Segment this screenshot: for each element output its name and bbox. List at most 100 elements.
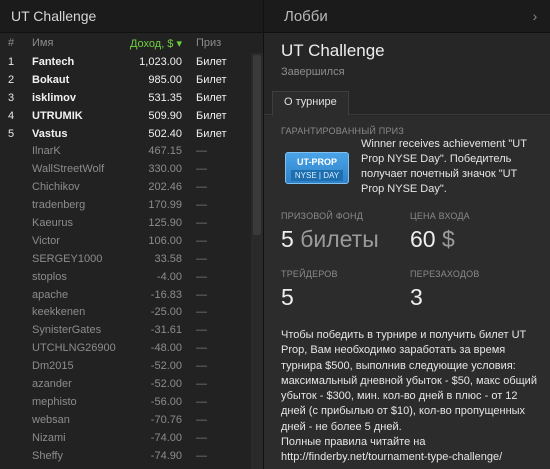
row-prize: Билет (196, 109, 227, 122)
guaranteed-prize-label: ГАРАНТИРОВАННЫЙ ПРИЗ (281, 126, 404, 136)
reentries-value: 3 (410, 284, 423, 310)
table-row[interactable]: tradenberg 170.99 — (0, 196, 250, 214)
row-prize: Билет (196, 55, 227, 68)
row-income: -31.61 (150, 324, 182, 337)
table-row[interactable]: Victor 106.00 — (0, 232, 250, 250)
row-prize: — (196, 270, 207, 283)
row-income: 985.00 (148, 73, 182, 86)
traders-value: 5 (281, 284, 294, 310)
lobby-title: Лобби (284, 7, 328, 25)
table-row[interactable]: Nizami -74.00 — (0, 429, 250, 447)
row-prize: — (196, 449, 207, 462)
row-prize: — (196, 216, 207, 229)
row-income: 106.00 (148, 234, 182, 247)
leaderboard-panel: # Имя Доход, $ ▾ Приз 1 Fantech 1,023.00 Би… (0, 33, 263, 469)
row-name: mephisto (32, 395, 77, 408)
row-name: apache (32, 288, 69, 301)
row-name: Fantech (32, 55, 75, 68)
row-name: Sheffy (32, 449, 63, 462)
col-name[interactable]: Имя (30, 37, 114, 49)
col-number[interactable]: # (0, 37, 30, 49)
row-income: 509.90 (148, 109, 182, 122)
table-row[interactable]: SERGEY1000 33.58 — (0, 250, 250, 268)
table-row[interactable]: azander -52.00 — (0, 375, 250, 393)
rules-link[interactable]: http://finderby.net/tournament-type-chal… (281, 451, 502, 463)
scrollbar-thumb[interactable] (253, 55, 261, 235)
row-income: 33.58 (154, 252, 182, 265)
table-row[interactable]: IlnarK 467.15 — (0, 142, 250, 160)
row-income: 170.99 (148, 199, 182, 212)
col-prize[interactable]: Приз (182, 37, 237, 49)
table-row[interactable]: 2 Bokaut 985.00 Билет (0, 71, 250, 89)
tournament-description: Чтобы победить в турнире и получить биле… (281, 328, 543, 466)
table-row[interactable]: 3 isklimov 531.35 Билет (0, 89, 250, 107)
row-income: -70.76 (150, 413, 182, 426)
row-income: -48.00 (150, 342, 182, 355)
row-income: -52.00 (150, 377, 182, 390)
entry-price-value: 60 $ (410, 226, 455, 253)
table-row[interactable]: 4 UTRUMIK 509.90 Билет (0, 107, 250, 125)
row-name: SynisterGates (32, 324, 102, 337)
tab-about[interactable]: О турнире (272, 91, 349, 116)
row-prize: — (196, 145, 207, 158)
row-prize: — (196, 199, 207, 212)
table-row[interactable]: Chichikov 202.46 — (0, 178, 250, 196)
row-name: WallStreetWolf (32, 163, 105, 176)
table-row[interactable]: 1 Fantech 1,023.00 Билет (0, 53, 250, 71)
row-name: isklimov (32, 91, 77, 104)
row-prize: — (196, 342, 207, 355)
row-income: -56.00 (150, 395, 182, 408)
table-header: # Имя Доход, $ ▾ Приз (0, 33, 263, 53)
row-prize: — (196, 306, 207, 319)
row-income: 125.90 (148, 216, 182, 229)
scrollbar[interactable] (251, 53, 263, 469)
entry-price-unit: $ (441, 226, 455, 252)
row-prize: — (196, 360, 207, 373)
row-prize: Билет (196, 91, 227, 104)
col-income-sorted[interactable]: Доход, $ ▾ (114, 37, 182, 50)
table-row[interactable]: UTCHLNG26900 -48.00 — (0, 339, 250, 357)
row-prize: Билет (196, 127, 227, 140)
table-row[interactable]: mephisto -56.00 — (0, 393, 250, 411)
row-name: tradenberg (32, 199, 86, 212)
right-title-bar: Лобби › (263, 0, 550, 33)
prize-fund-value: 5 билеты (281, 226, 379, 253)
table-row[interactable]: 5 Vastus 502.40 Билет (0, 125, 250, 143)
table-row[interactable]: Sheffy -74.90 — (0, 447, 250, 465)
row-name: Bokaut (32, 73, 70, 86)
row-prize: — (196, 163, 207, 176)
table-row[interactable]: Dm2015 -52.00 — (0, 357, 250, 375)
achievement-badge-icon: UT-PROP NYSE | DAY (285, 152, 349, 184)
tournament-status: Завершился (281, 66, 345, 78)
row-name: azander (32, 377, 72, 390)
table-row[interactable]: keekkenen -25.00 — (0, 303, 250, 321)
row-name: stoplos (32, 270, 67, 283)
row-number: 3 (8, 91, 15, 104)
prize-fund-number: 5 (281, 226, 294, 252)
tab-bar: О турнире (264, 91, 550, 116)
row-name: Chichikov (32, 181, 80, 194)
table-row[interactable]: Kaeurus 125.90 — (0, 214, 250, 232)
row-prize: — (196, 252, 207, 265)
chevron-right-icon[interactable]: › (520, 8, 550, 24)
row-income: 1,023.00 (139, 55, 182, 68)
table-row[interactable]: SynisterGates -31.61 — (0, 321, 250, 339)
table-body: 1 Fantech 1,023.00 Билет 2 Bokaut 985.00 Билет 3… (0, 53, 250, 464)
row-name: UTCHLNG26900 (32, 342, 116, 355)
row-income: -25.00 (150, 306, 182, 319)
row-number: 2 (8, 73, 15, 86)
row-name: Victor (32, 234, 60, 247)
rules-text: Чтобы победить в турнире и получить биле… (281, 329, 537, 433)
table-row[interactable]: WallStreetWolf 330.00 — (0, 160, 250, 178)
tournament-title: UT Challenge (281, 41, 385, 60)
row-number: 1 (8, 55, 15, 68)
table-row[interactable]: websan -70.76 — (0, 411, 250, 429)
table-row[interactable]: apache -16.83 — (0, 286, 250, 304)
row-prize: — (196, 395, 207, 408)
row-income: 502.40 (148, 127, 182, 140)
entry-price-label: ЦЕНА ВХОДА (410, 211, 470, 221)
tab-content: ГАРАНТИРОВАННЫЙ ПРИЗ UT-PROP NYSE | DAY … (264, 116, 550, 469)
row-name: keekkenen (32, 306, 86, 319)
table-row[interactable]: stoplos -4.00 — (0, 268, 250, 286)
row-prize: — (196, 324, 207, 337)
